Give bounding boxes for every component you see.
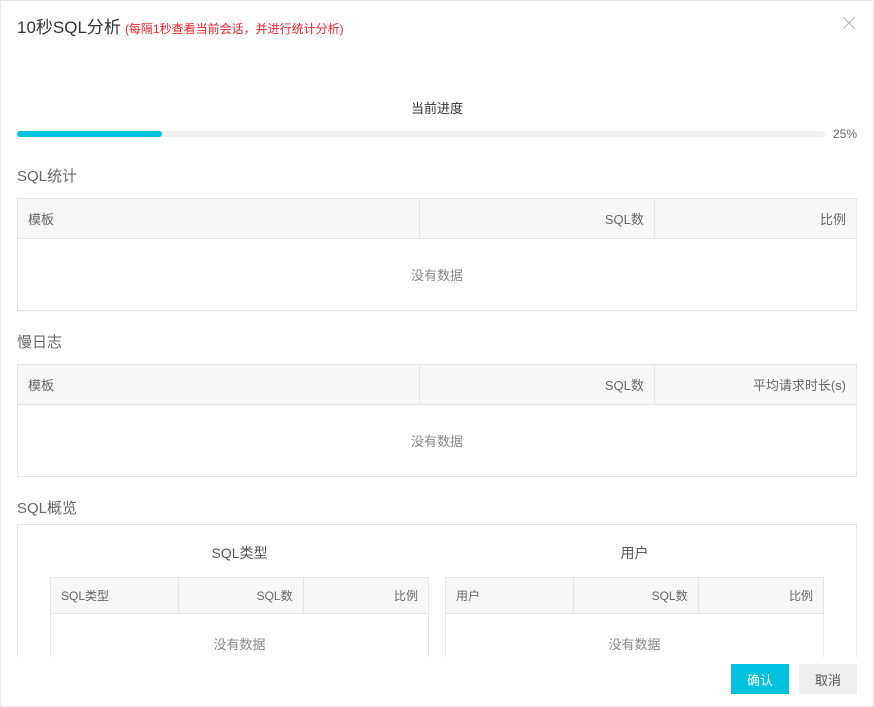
sql-type-empty: 没有数据: [51, 614, 428, 657]
progress-label: 当前进度: [17, 98, 857, 117]
section-title-slow-log: 慢日志: [17, 331, 857, 352]
col-sql-count: SQL数: [179, 578, 303, 614]
dialog: 10秒SQL分析 (每隔1秒查看当前会话，并进行统计分析) 当前进度 25% S…: [0, 0, 874, 707]
progress-percent: 25%: [833, 127, 857, 141]
section-title-overview: SQL概览: [17, 497, 857, 518]
dialog-header: 10秒SQL分析 (每隔1秒查看当前会话，并进行统计分析): [1, 1, 873, 48]
dialog-footer: 确认 取消: [731, 664, 857, 694]
cancel-button[interactable]: 取消: [799, 664, 857, 694]
overview-sql-type-title: SQL类型: [50, 543, 429, 563]
slow-log-empty: 没有数据: [18, 405, 856, 476]
dialog-content: 当前进度 25% SQL统计 模板 SQL数 比例 没有数据 慢日志: [1, 48, 873, 657]
overview-user-title: 用户: [445, 543, 824, 563]
col-user: 用户: [446, 578, 574, 614]
dialog-subtitle: (每隔1秒查看当前会话，并进行统计分析): [125, 20, 344, 37]
slow-log-table: 模板 SQL数 平均请求时长(s) 没有数据: [17, 364, 857, 477]
col-sql-count: SQL数: [420, 199, 655, 239]
col-template: 模板: [18, 365, 420, 405]
sql-stats-table: 模板 SQL数 比例 没有数据: [17, 198, 857, 311]
progress-row: 25%: [17, 127, 857, 141]
col-ratio: 比例: [304, 578, 428, 614]
col-sql-type: SQL类型: [51, 578, 179, 614]
overview-sql-type: SQL类型 SQL类型 SQL数 比例 没有数据: [50, 543, 429, 657]
sql-type-table: SQL类型 SQL数 比例 没有数据: [50, 577, 429, 657]
col-avg-duration: 平均请求时长(s): [655, 365, 856, 405]
overview-row: SQL类型 SQL类型 SQL数 比例 没有数据 用户: [17, 524, 857, 657]
progress-section: 当前进度 25%: [17, 98, 857, 141]
overview-user: 用户 用户 SQL数 比例 没有数据: [445, 543, 824, 657]
progress-bar: [17, 131, 825, 137]
dialog-title: 10秒SQL分析: [17, 13, 121, 38]
close-icon[interactable]: [841, 15, 857, 31]
col-ratio: 比例: [699, 578, 823, 614]
sql-stats-empty: 没有数据: [18, 239, 856, 310]
col-ratio: 比例: [655, 199, 856, 239]
confirm-button[interactable]: 确认: [731, 664, 789, 694]
col-sql-count: SQL数: [574, 578, 698, 614]
user-table: 用户 SQL数 比例 没有数据: [445, 577, 824, 657]
col-template: 模板: [18, 199, 420, 239]
progress-fill: [17, 131, 162, 137]
section-title-sql-stats: SQL统计: [17, 165, 857, 186]
col-sql-count: SQL数: [420, 365, 655, 405]
user-empty: 没有数据: [446, 614, 823, 657]
